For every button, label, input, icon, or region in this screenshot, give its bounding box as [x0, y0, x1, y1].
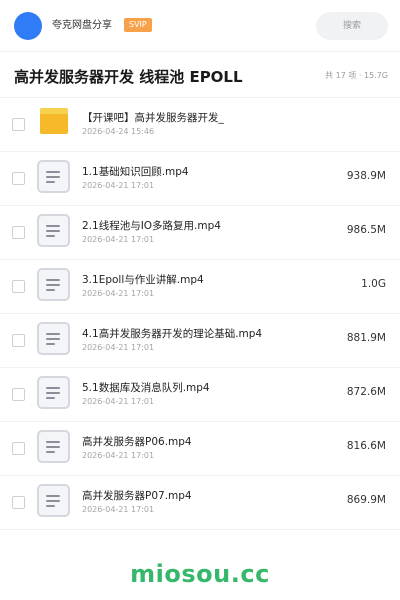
item-summary: 共 17 项 · 15.7G	[325, 71, 388, 80]
item-date: 2026-04-21 17:01	[82, 505, 155, 514]
row-checkbox[interactable]	[12, 226, 25, 239]
item-size: 869.9M	[346, 494, 386, 506]
video-file-icon	[37, 430, 70, 463]
svip-badge: SVIP	[124, 18, 152, 32]
item-date: 2026-04-21 17:01	[82, 181, 155, 190]
folder-header: 高并发服务器开发 线程池 EPOLL 共 17 项 · 15.7G	[0, 52, 400, 98]
item-name[interactable]: 【开课吧】高并发服务器开发_	[82, 110, 224, 125]
row-checkbox[interactable]	[12, 496, 25, 509]
item-size: 1.0G	[361, 278, 386, 290]
item-date: 2026-04-21 17:01	[82, 451, 155, 460]
row-checkbox[interactable]	[12, 172, 25, 185]
item-date: 2026-04-21 17:01	[82, 235, 155, 244]
row-checkbox[interactable]	[12, 334, 25, 347]
item-date: 2026-04-24 15:46	[82, 127, 155, 136]
video-file-icon	[37, 214, 70, 247]
top-bar: 夸克网盘分享 SVIP 搜索	[0, 0, 400, 52]
item-name[interactable]: 4.1高并发服务器开发的理论基础.mp4	[82, 326, 262, 341]
item-name[interactable]: 3.1Epoll与作业讲解.mp4	[82, 272, 204, 287]
file-list: 【开课吧】高并发服务器开发_ 2026-04-24 15:46 1.1基础知识回顾.…	[0, 98, 400, 530]
item-size: 938.9M	[346, 170, 386, 182]
item-name[interactable]: 5.1数据库及消息队列.mp4	[82, 380, 210, 395]
video-file-icon	[37, 268, 70, 301]
folder-row[interactable]: 【开课吧】高并发服务器开发_ 2026-04-24 15:46	[0, 98, 400, 152]
page-title: 高并发服务器开发 线程池 EPOLL	[14, 68, 243, 86]
item-size: 986.5M	[346, 224, 386, 236]
item-size: 816.6M	[346, 440, 386, 452]
file-row[interactable]: 5.1数据库及消息队列.mp4 2026-04-21 17:01 872.6M	[0, 368, 400, 422]
avatar[interactable]	[14, 12, 42, 40]
item-date: 2026-04-21 17:01	[82, 397, 155, 406]
username[interactable]: 夸克网盘分享	[52, 18, 112, 34]
folder-icon	[40, 108, 68, 134]
item-date: 2026-04-21 17:01	[82, 289, 155, 298]
file-row[interactable]: 4.1高并发服务器开发的理论基础.mp4 2026-04-21 17:01 881.…	[0, 314, 400, 368]
item-size: 881.9M	[346, 332, 386, 344]
file-row[interactable]: 2.1线程池与IO多路复用.mp4 2026-04-21 17:01 986.5M	[0, 206, 400, 260]
video-file-icon	[37, 160, 70, 193]
watermark-logo: miosou.cc	[130, 560, 270, 588]
item-date: 2026-04-21 17:01	[82, 343, 155, 352]
file-row[interactable]: 高并发服务器P06.mp4 2026-04-21 17:01 816.6M	[0, 422, 400, 476]
video-file-icon	[37, 322, 70, 355]
search-button[interactable]: 搜索	[316, 12, 388, 40]
file-row[interactable]: 3.1Epoll与作业讲解.mp4 2026-04-21 17:01 1.0G	[0, 260, 400, 314]
row-checkbox[interactable]	[12, 280, 25, 293]
video-file-icon	[37, 484, 70, 517]
video-file-icon	[37, 376, 70, 409]
row-checkbox[interactable]	[12, 388, 25, 401]
item-name[interactable]: 2.1线程池与IO多路复用.mp4	[82, 218, 221, 233]
file-row[interactable]: 高并发服务器P07.mp4 2026-04-21 17:01 869.9M	[0, 476, 400, 530]
file-row[interactable]: 1.1基础知识回顾.mp4 2026-04-21 17:01 938.9M	[0, 152, 400, 206]
item-name[interactable]: 高并发服务器P06.mp4	[82, 434, 192, 449]
item-name[interactable]: 1.1基础知识回顾.mp4	[82, 164, 189, 179]
row-checkbox[interactable]	[12, 118, 25, 131]
item-size: 872.6M	[346, 386, 386, 398]
item-name[interactable]: 高并发服务器P07.mp4	[82, 488, 192, 503]
row-checkbox[interactable]	[12, 442, 25, 455]
